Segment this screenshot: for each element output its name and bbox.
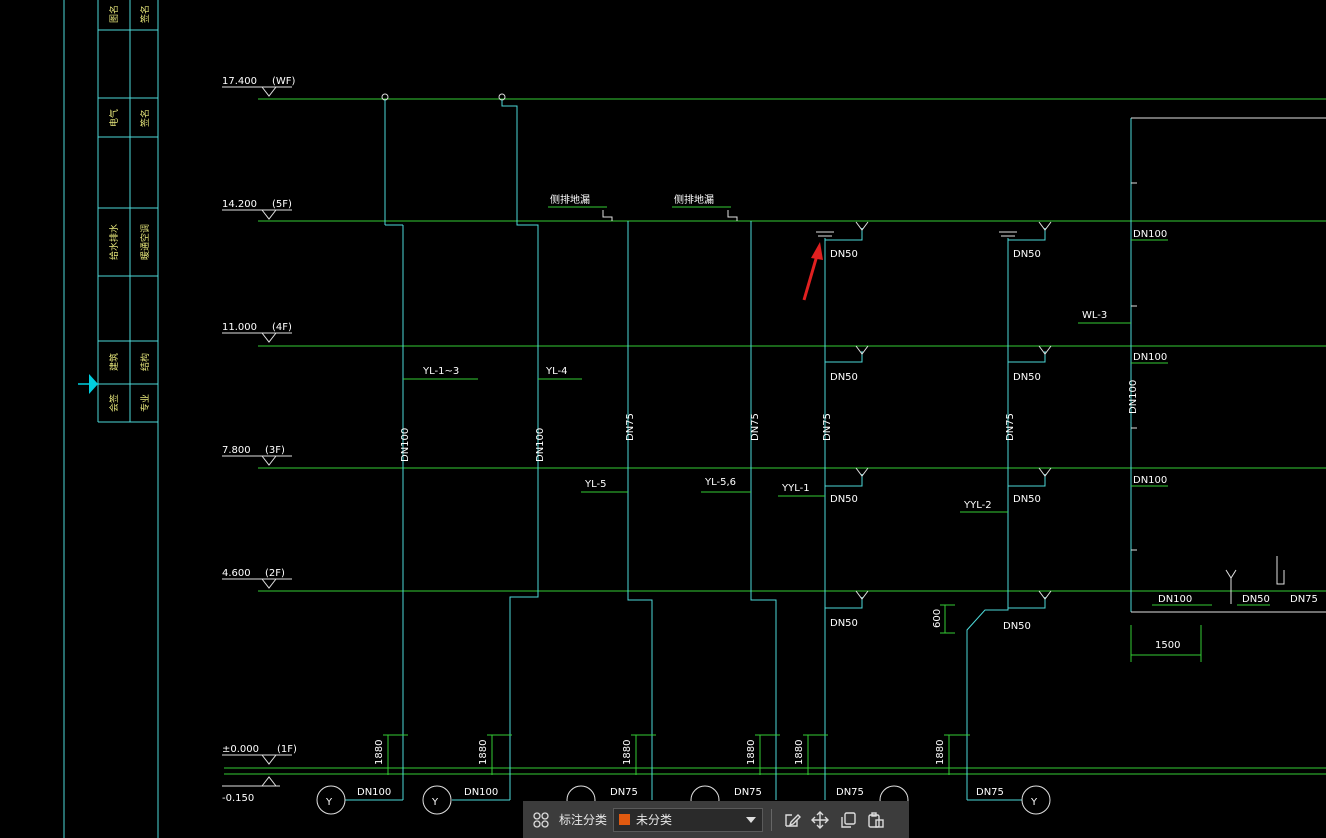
size-out6: DN75 bbox=[976, 787, 1004, 798]
edit-icon[interactable] bbox=[782, 810, 802, 830]
tb-r3c0: 建筑 bbox=[108, 353, 120, 371]
tb-r0c1: 签名 bbox=[139, 5, 151, 23]
size-out2: DN100 bbox=[464, 787, 498, 798]
size-stack-3: DN75 bbox=[625, 413, 636, 441]
size-b6: DN50 bbox=[1013, 372, 1041, 383]
label-yl-1-3: YL-1~3 bbox=[422, 366, 459, 377]
size-b8: DN50 bbox=[1003, 621, 1031, 632]
size-out1: DN100 bbox=[357, 787, 391, 798]
label-yyl-1: YYL-1 bbox=[781, 483, 810, 494]
tb-r1c1: 签名 bbox=[139, 109, 151, 127]
level-floor-2: (4F) bbox=[272, 322, 292, 333]
size-h4: DN100 bbox=[1158, 594, 1192, 605]
level-floor-0: (WF) bbox=[272, 76, 296, 87]
dim-600: 600 bbox=[932, 609, 943, 628]
size-b2: DN50 bbox=[830, 372, 858, 383]
size-b5: DN50 bbox=[1013, 249, 1041, 260]
chevron-down-icon bbox=[746, 816, 757, 823]
level-elev-2: 11.000 bbox=[222, 322, 257, 333]
annotation-toolbar: 标注分类 未分类 bbox=[523, 801, 909, 838]
label-yyl-2: YYL-2 bbox=[963, 500, 992, 511]
tb-r2c1: 暖通空调 bbox=[139, 224, 151, 260]
note-floor-drain-1: 侧排地漏 bbox=[550, 193, 590, 206]
tb-r3c1: 结构 bbox=[139, 353, 151, 371]
level-elev-5: ±0.000 bbox=[222, 744, 259, 755]
category-swatch bbox=[619, 814, 631, 825]
paste-icon[interactable] bbox=[866, 810, 886, 830]
label-yl-5-6: YL-5,6 bbox=[704, 477, 736, 488]
size-out4: DN75 bbox=[734, 787, 762, 798]
size-stack-7: DN100 bbox=[1128, 380, 1139, 414]
size-out3: DN75 bbox=[610, 787, 638, 798]
level-floor-5: (1F) bbox=[277, 744, 297, 755]
tb-r2c0: 给水排水 bbox=[108, 224, 120, 260]
dim-6: 1880 bbox=[935, 740, 946, 765]
level-elev-1: 14.200 bbox=[222, 199, 257, 210]
level-elev-0: 17.400 bbox=[222, 76, 257, 87]
size-stack-1: DN100 bbox=[400, 428, 411, 462]
size-stack-6: DN75 bbox=[1005, 413, 1016, 441]
dim-4: 1880 bbox=[746, 740, 757, 765]
tb-r1c0: 电气 bbox=[108, 109, 120, 127]
category-select[interactable]: 未分类 bbox=[613, 807, 764, 832]
level-floor-3: (3F) bbox=[265, 445, 285, 456]
level-elev-4: 4.600 bbox=[222, 568, 251, 579]
size-b3: DN50 bbox=[830, 494, 858, 505]
tb-r0c0: 图名 bbox=[108, 5, 120, 23]
move-icon[interactable] bbox=[810, 810, 830, 830]
toolbar-divider bbox=[771, 808, 773, 831]
tb-r4c1: 专业 bbox=[139, 394, 151, 412]
dim-3: 1880 bbox=[622, 740, 633, 765]
dim-1: 1880 bbox=[374, 740, 385, 765]
size-h6: DN75 bbox=[1290, 594, 1318, 605]
category-value: 未分类 bbox=[636, 813, 673, 827]
cad-drawing[interactable]: 图名 签名 电气 签名 给水排水 暖通空调 建筑 结构 会签 专业 17.400… bbox=[0, 0, 1326, 838]
level-elev-bottom: -0.150 bbox=[222, 793, 254, 804]
size-h2: DN100 bbox=[1133, 352, 1167, 363]
trap-6: Y bbox=[1030, 797, 1038, 808]
size-stack-2: DN100 bbox=[535, 428, 546, 462]
label-yl-4: YL-4 bbox=[545, 366, 567, 377]
dim-5: 1880 bbox=[794, 740, 805, 765]
trap-1: Y bbox=[325, 797, 333, 808]
label-yl-5: YL-5 bbox=[584, 479, 606, 490]
size-h5: DN50 bbox=[1242, 594, 1270, 605]
level-floor-4: (2F) bbox=[265, 568, 285, 579]
copy-icon[interactable] bbox=[838, 810, 858, 830]
size-stack-5: DN75 bbox=[822, 413, 833, 441]
size-b1: DN50 bbox=[830, 249, 858, 260]
size-out5: DN75 bbox=[836, 787, 864, 798]
dim-1500: 1500 bbox=[1155, 640, 1180, 651]
size-b7: DN50 bbox=[1013, 494, 1041, 505]
category-label: 标注分类 bbox=[559, 813, 608, 827]
level-elev-3: 7.800 bbox=[222, 445, 251, 456]
tb-r4c0: 会签 bbox=[108, 394, 120, 412]
label-wl-3: WL-3 bbox=[1082, 310, 1107, 321]
dim-2: 1880 bbox=[478, 740, 489, 765]
size-h1: DN100 bbox=[1133, 229, 1167, 240]
grid-icon[interactable] bbox=[531, 810, 551, 830]
size-b4: DN50 bbox=[830, 618, 858, 629]
level-floor-1: (5F) bbox=[272, 199, 292, 210]
trap-2: Y bbox=[431, 797, 439, 808]
size-h3: DN100 bbox=[1133, 475, 1167, 486]
note-floor-drain-2: 侧排地漏 bbox=[674, 193, 714, 206]
size-stack-4: DN75 bbox=[750, 413, 761, 441]
